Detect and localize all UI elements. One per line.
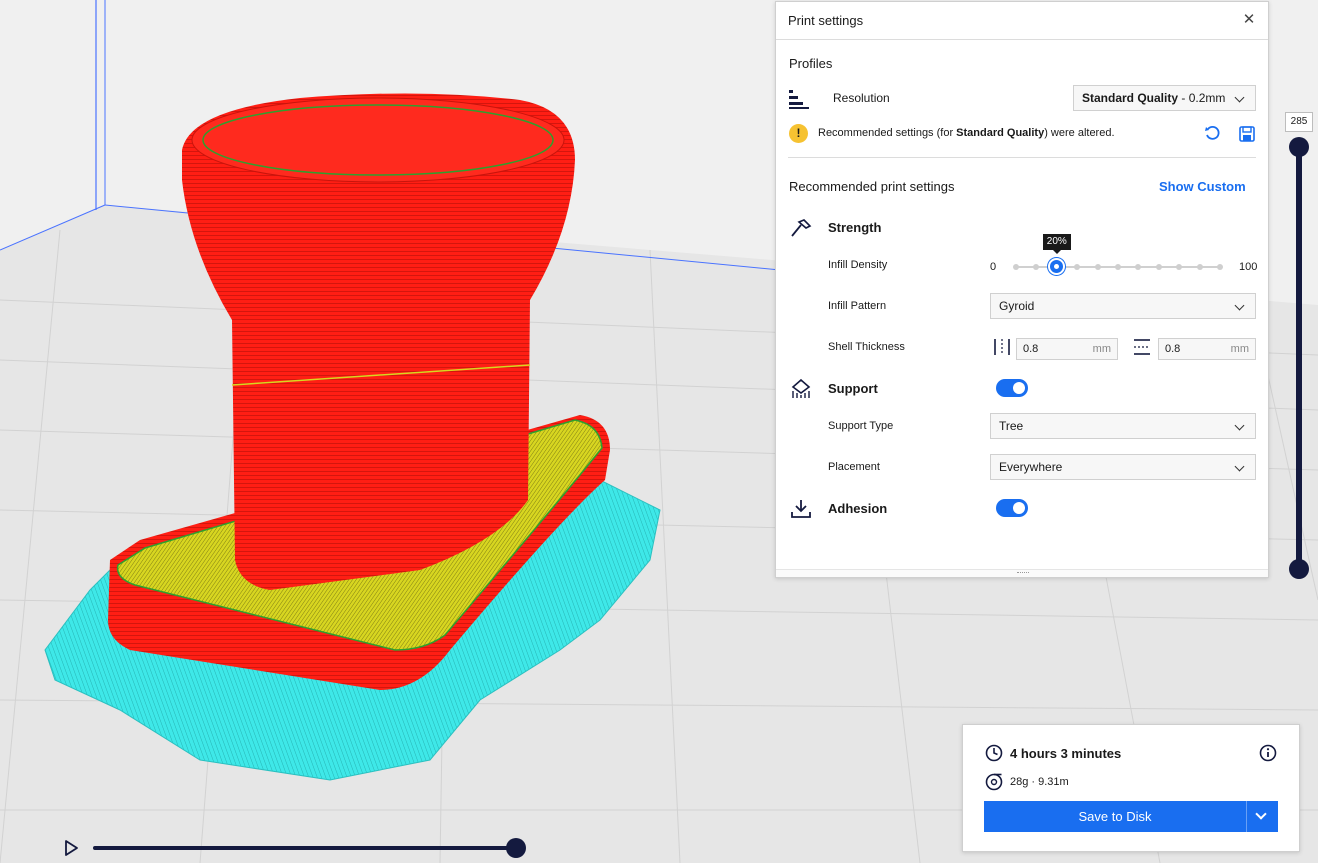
save-to-disk-button[interactable]: Save to Disk xyxy=(984,801,1278,832)
infill-density-label: Infill Density xyxy=(828,259,888,271)
resolution-dropdown[interactable]: Standard Quality - 0.2mm xyxy=(1073,85,1256,111)
wall-thickness-value: 0.8 xyxy=(1023,343,1039,355)
infill-max: 100 xyxy=(1239,261,1258,273)
play-icon[interactable] xyxy=(62,839,80,857)
chevron-down-icon xyxy=(1234,300,1245,311)
infill-slider-tick xyxy=(1074,264,1081,270)
placement-value: Everywhere xyxy=(999,460,1063,474)
profile-name: Standard Quality xyxy=(1082,91,1179,105)
simulation-slider-track[interactable] xyxy=(93,846,517,850)
print-estimate-panel: 4 hours 3 minutes 28g · 9.31m Save to Di… xyxy=(962,724,1300,852)
layer-slider-top-handle[interactable] xyxy=(1289,137,1309,157)
close-icon[interactable]: ✕ xyxy=(1240,11,1258,29)
infill-slider-tick xyxy=(1115,264,1121,270)
resolution-icon xyxy=(789,90,809,109)
chevron-down-icon xyxy=(1234,461,1245,472)
save-profile-icon[interactable] xyxy=(1238,125,1256,143)
support-icon xyxy=(791,378,811,398)
hammer-icon xyxy=(791,219,812,237)
panel-header: Print settings ✕ xyxy=(776,2,1268,40)
support-type-value: Tree xyxy=(999,419,1024,433)
infill-pattern-label: Infill Pattern xyxy=(828,300,887,312)
profiles-label: Profiles xyxy=(789,56,833,71)
layer-number[interactable]: 285 xyxy=(1285,112,1313,132)
panel-resize-handle[interactable] xyxy=(776,569,1268,577)
top-bottom-thickness-input[interactable]: 0.8 mm xyxy=(1158,338,1256,360)
top-bottom-thickness-unit: mm xyxy=(1230,343,1249,355)
reset-icon[interactable] xyxy=(1204,125,1222,143)
spool-icon xyxy=(985,773,1003,791)
layer-slider-track[interactable] xyxy=(1296,148,1302,570)
print-time: 4 hours 3 minutes xyxy=(1010,746,1122,761)
profile-suffix: - 0.2mm xyxy=(1178,91,1226,105)
show-custom-link[interactable]: Show Custom xyxy=(1159,179,1246,194)
infill-slider-handle[interactable] xyxy=(1048,258,1066,275)
clock-icon xyxy=(985,744,1003,762)
support-type-label: Support Type xyxy=(828,420,894,432)
adhesion-toggle[interactable] xyxy=(996,499,1028,517)
simulation-slider-handle[interactable] xyxy=(506,838,526,858)
infill-slider-tick xyxy=(1033,264,1040,270)
infill-slider-tick xyxy=(1176,264,1183,270)
adhesion-icon xyxy=(791,500,811,518)
chevron-down-icon[interactable] xyxy=(1255,808,1267,820)
info-icon[interactable] xyxy=(1259,744,1277,762)
wall-thickness-unit: mm xyxy=(1092,343,1111,355)
top-bottom-thickness-icon xyxy=(1134,339,1150,355)
infill-pattern-value: Gyroid xyxy=(999,299,1035,313)
placement-dropdown[interactable]: Everywhere xyxy=(990,454,1256,480)
infill-slider-tick xyxy=(1196,264,1203,270)
warning-prefix: Recommended settings (for xyxy=(818,127,957,139)
resolution-label: Resolution xyxy=(833,91,890,105)
warning-profile: Standard Quality xyxy=(956,127,1045,139)
chevron-down-icon xyxy=(1234,420,1245,431)
infill-slider-tick xyxy=(1217,264,1223,270)
support-title: Support xyxy=(828,381,878,396)
wall-thickness-input[interactable]: 0.8 mm xyxy=(1016,338,1118,360)
warning-icon: ! xyxy=(789,124,808,143)
warning-suffix: ) were altered. xyxy=(1044,127,1115,139)
placement-label: Placement xyxy=(828,461,880,473)
infill-slider-tick xyxy=(1135,264,1142,270)
infill-pattern-dropdown[interactable]: Gyroid xyxy=(990,293,1256,319)
altered-warning: Recommended settings (for Standard Quali… xyxy=(818,127,1115,139)
material-usage: 28g · 9.31m xyxy=(1010,776,1069,788)
top-bottom-thickness-value: 0.8 xyxy=(1165,343,1181,355)
divider xyxy=(788,157,1256,158)
wall-thickness-icon xyxy=(994,339,1010,355)
print-settings-panel: Print settings ✕ Profiles Resolution Sta… xyxy=(775,1,1269,578)
strength-title: Strength xyxy=(828,220,882,235)
infill-value-tooltip: 20% xyxy=(1042,234,1071,254)
layer-slider-bottom-handle[interactable] xyxy=(1289,559,1309,579)
panel-title: Print settings xyxy=(788,13,864,28)
infill-slider-tick xyxy=(1155,264,1162,270)
infill-min: 0 xyxy=(990,261,997,273)
save-to-disk-label: Save to Disk xyxy=(1078,809,1152,824)
chevron-down-icon xyxy=(1234,92,1245,103)
support-type-dropdown[interactable]: Tree xyxy=(990,413,1256,439)
infill-slider-tick xyxy=(1013,264,1019,270)
shell-thickness-label: Shell Thickness xyxy=(828,341,905,353)
support-toggle[interactable] xyxy=(996,379,1028,397)
button-separator xyxy=(1246,801,1247,832)
adhesion-title: Adhesion xyxy=(828,501,888,516)
infill-slider-tick xyxy=(1094,264,1101,270)
recommended-title: Recommended print settings xyxy=(789,179,955,194)
